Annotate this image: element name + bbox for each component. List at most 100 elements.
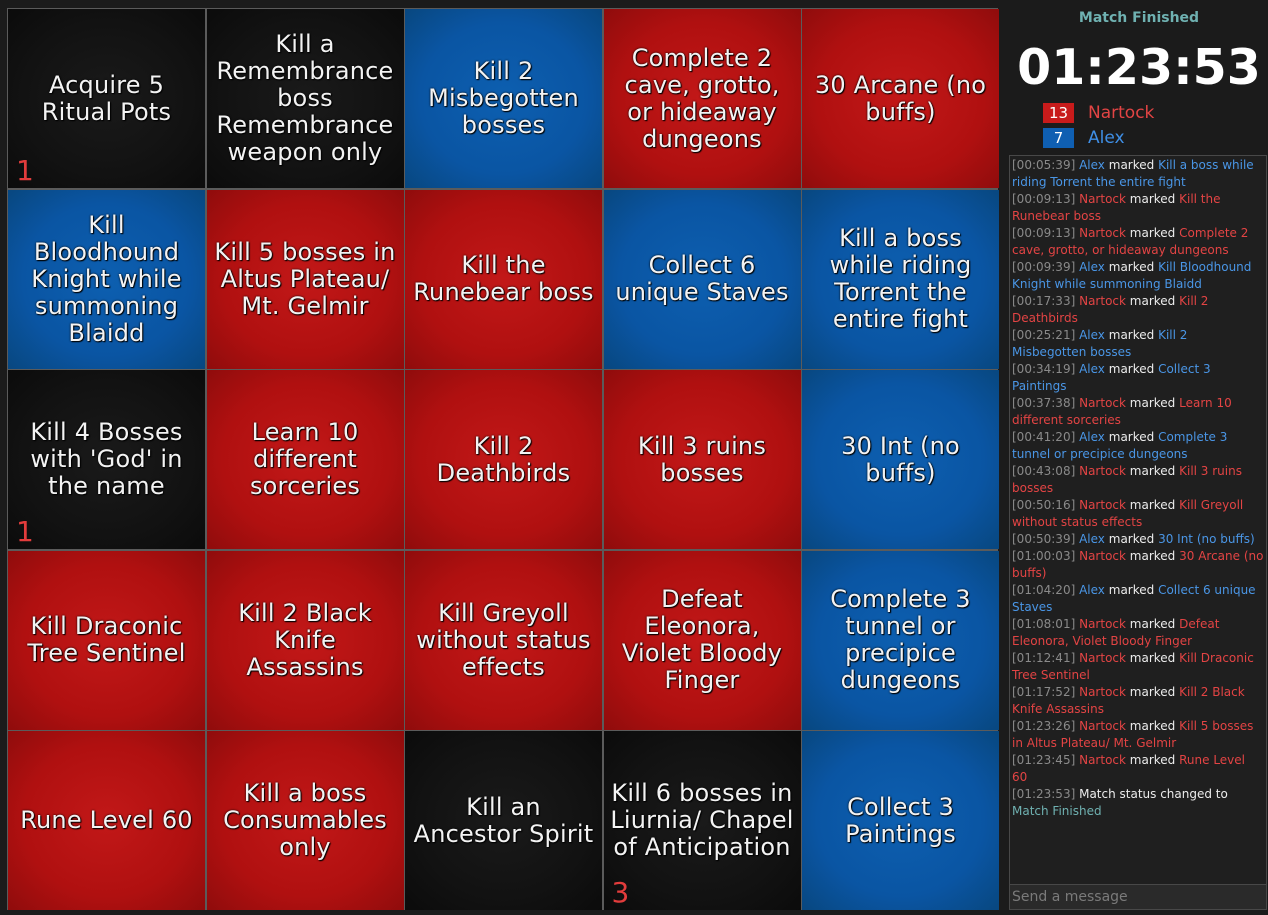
log-entry: [01:04:20] Alex marked Collect 6 unique … — [1012, 582, 1264, 616]
log-player: Alex — [1079, 430, 1105, 444]
bingo-cell-label: 30 Int (no buffs) — [841, 431, 960, 487]
log-player: Nartock — [1079, 719, 1126, 733]
log-action: marked — [1108, 362, 1155, 376]
log-timestamp: [00:09:13] — [1012, 192, 1076, 206]
bingo-cell-label: Kill Greyoll without status effects — [416, 598, 591, 681]
log-action: marked — [1108, 430, 1155, 444]
bingo-cell[interactable]: Kill 3 ruins bosses — [603, 370, 801, 549]
log-entry: [00:34:19] Alex marked Collect 3 Paintin… — [1012, 361, 1264, 395]
event-log[interactable]: [00:05:39] Alex marked Kill a boss while… — [1009, 155, 1267, 884]
bingo-cell-label: Learn 10 different sorceries — [249, 418, 361, 500]
log-entry: [01:23:26] Nartock marked Kill 5 bosses … — [1012, 718, 1264, 752]
bingo-cell[interactable]: Kill the Runebear boss — [405, 189, 602, 369]
log-entry: [00:09:13] Nartock marked Complete 2 cav… — [1012, 225, 1264, 259]
bingo-cell[interactable]: Kill an Ancestor Spirit — [405, 731, 602, 910]
bingo-cell[interactable]: Collect 6 unique Staves — [603, 189, 801, 369]
log-timestamp: [01:08:01] — [1012, 617, 1076, 631]
log-entry: [00:37:38] Nartock marked Learn 10 diffe… — [1012, 395, 1264, 429]
bingo-cell[interactable]: Kill a boss while riding Torrent the ent… — [802, 189, 999, 369]
bingo-board: Acquire 5 Ritual Pots 1 Kill a Remembrance… — [7, 8, 999, 910]
bingo-cell[interactable]: Kill 4 Bosses with 'God' in the name 1 — [8, 370, 205, 549]
log-timestamp: [00:25:21] — [1012, 328, 1076, 342]
bingo-cell[interactable]: Kill a Remembrance boss Remembrance weap… — [206, 9, 404, 188]
bingo-cell[interactable]: Kill 2 Black Knife Assassins — [206, 550, 404, 730]
bingo-cell-label: Kill 4 Bosses with 'God' in the name — [30, 418, 183, 500]
bingo-cell[interactable]: Defeat Eleonora, Violet Bloody Finger — [603, 550, 801, 730]
log-player: Nartock — [1079, 396, 1126, 410]
bingo-cell[interactable]: 30 Arcane (no buffs) — [802, 9, 999, 188]
log-player: Nartock — [1079, 294, 1126, 308]
bingo-cell[interactable]: Acquire 5 Ritual Pots 1 — [8, 9, 205, 188]
log-player: Nartock — [1079, 549, 1126, 563]
bingo-cell-label: 30 Arcane (no buffs) — [814, 70, 987, 126]
log-player: Nartock — [1079, 192, 1126, 206]
bingo-cell-label: Defeat Eleonora, Violet Bloody Finger — [621, 585, 783, 694]
bingo-cell-label: Kill a boss Consumables only — [223, 779, 387, 861]
log-entry: [00:09:13] Nartock marked Kill the Runeb… — [1012, 191, 1264, 225]
log-entry: [00:09:39] Alex marked Kill Bloodhound K… — [1012, 259, 1264, 293]
log-action: marked — [1129, 719, 1176, 733]
bingo-cell[interactable]: Collect 3 Paintings — [802, 731, 999, 910]
log-player: Alex — [1079, 328, 1105, 342]
log-action: marked — [1129, 685, 1176, 699]
bingo-cell[interactable]: Kill 5 bosses in Altus Plateau/ Mt. Gelm… — [206, 189, 404, 369]
bingo-cell-label: Kill 2 Misbegotten bosses — [428, 57, 579, 139]
log-entry: [01:08:01] Nartock marked Defeat Eleonor… — [1012, 616, 1264, 650]
log-action: marked — [1108, 158, 1155, 172]
bingo-cell[interactable]: Kill Draconic Tree Sentinel — [8, 550, 205, 730]
log-entry: [01:17:52] Nartock marked Kill 2 Black K… — [1012, 684, 1264, 718]
bingo-cell[interactable]: Complete 3 tunnel or precipice dungeons — [802, 550, 999, 730]
log-entry: [01:23:45] Nartock marked Rune Level 60 — [1012, 752, 1264, 786]
log-player: Nartock — [1079, 753, 1126, 767]
player-score: 13 — [1043, 102, 1074, 123]
bingo-cell-label: Kill a boss while riding Torrent the ent… — [829, 224, 972, 333]
match-timer: 01:23:53 — [1017, 39, 1261, 96]
log-player: Nartock — [1079, 617, 1126, 631]
bingo-cell[interactable]: 30 Int (no buffs) — [802, 370, 999, 549]
bingo-cell-label: Kill the Runebear boss — [413, 251, 594, 306]
log-action: marked — [1108, 583, 1155, 597]
log-entry: [00:05:39] Alex marked Kill a boss while… — [1012, 157, 1264, 191]
log-entry: [00:25:21] Alex marked Kill 2 Misbegotte… — [1012, 327, 1264, 361]
log-action: marked — [1129, 226, 1176, 240]
bingo-cell[interactable]: Kill a boss Consumables only — [206, 731, 404, 910]
log-item: 30 Int (no buffs) — [1158, 532, 1255, 546]
log-entry: [01:00:03] Nartock marked 30 Arcane (no … — [1012, 548, 1264, 582]
log-timestamp: [01:23:53] — [1012, 787, 1076, 801]
player-row-alex: 7 Alex — [1043, 127, 1125, 148]
bingo-cell[interactable]: Kill 6 bosses in Liurnia/ Chapel of Anti… — [603, 731, 801, 910]
bingo-cell[interactable]: Rune Level 60 — [8, 731, 205, 910]
log-timestamp: [00:41:20] — [1012, 430, 1076, 444]
log-action: Match status changed to — [1079, 787, 1228, 801]
player-score: 7 — [1043, 127, 1074, 148]
log-action: marked — [1108, 328, 1155, 342]
log-entry: [01:12:41] Nartock marked Kill Draconic … — [1012, 650, 1264, 684]
bingo-cell-label: Complete 3 tunnel or precipice dungeons — [830, 585, 971, 694]
bingo-cell[interactable]: Kill Greyoll without status effects — [405, 550, 602, 730]
log-timestamp: [00:43:08] — [1012, 464, 1076, 478]
log-player: Alex — [1079, 583, 1105, 597]
bingo-cell-label: Kill 6 bosses in Liurnia/ Chapel of Anti… — [610, 779, 794, 861]
player-name[interactable]: Nartock — [1088, 103, 1154, 123]
log-timestamp: [01:17:52] — [1012, 685, 1076, 699]
bingo-cell-label: Collect 3 Paintings — [845, 792, 956, 848]
bingo-cell-label: Kill 2 Deathbirds — [436, 431, 571, 487]
log-timestamp: [00:05:39] — [1012, 158, 1076, 172]
bingo-cell[interactable]: Kill 2 Deathbirds — [405, 370, 602, 549]
log-timestamp: [01:23:26] — [1012, 719, 1076, 733]
bingo-cell[interactable]: Kill Bloodhound Knight while summoning B… — [8, 189, 205, 369]
player-name[interactable]: Alex — [1088, 128, 1125, 148]
log-player: Alex — [1079, 260, 1105, 274]
log-player: Alex — [1079, 532, 1105, 546]
chat-message-input[interactable] — [1009, 884, 1267, 910]
bingo-cell[interactable]: Complete 2 cave, grotto, or hideaway dun… — [603, 9, 801, 188]
bingo-cell[interactable]: Learn 10 different sorceries — [206, 370, 404, 549]
log-entry: [00:50:16] Nartock marked Kill Greyoll w… — [1012, 497, 1264, 531]
log-entry: [01:23:53] Match status changed to Match… — [1012, 786, 1264, 820]
log-timestamp: [01:04:20] — [1012, 583, 1076, 597]
bingo-cell[interactable]: Kill 2 Misbegotten bosses — [405, 9, 602, 188]
log-item: Match Finished — [1012, 804, 1102, 818]
log-action: marked — [1108, 260, 1155, 274]
bingo-cell-label: Kill a Remembrance boss Remembrance weap… — [216, 30, 394, 166]
log-timestamp: [00:50:16] — [1012, 498, 1076, 512]
